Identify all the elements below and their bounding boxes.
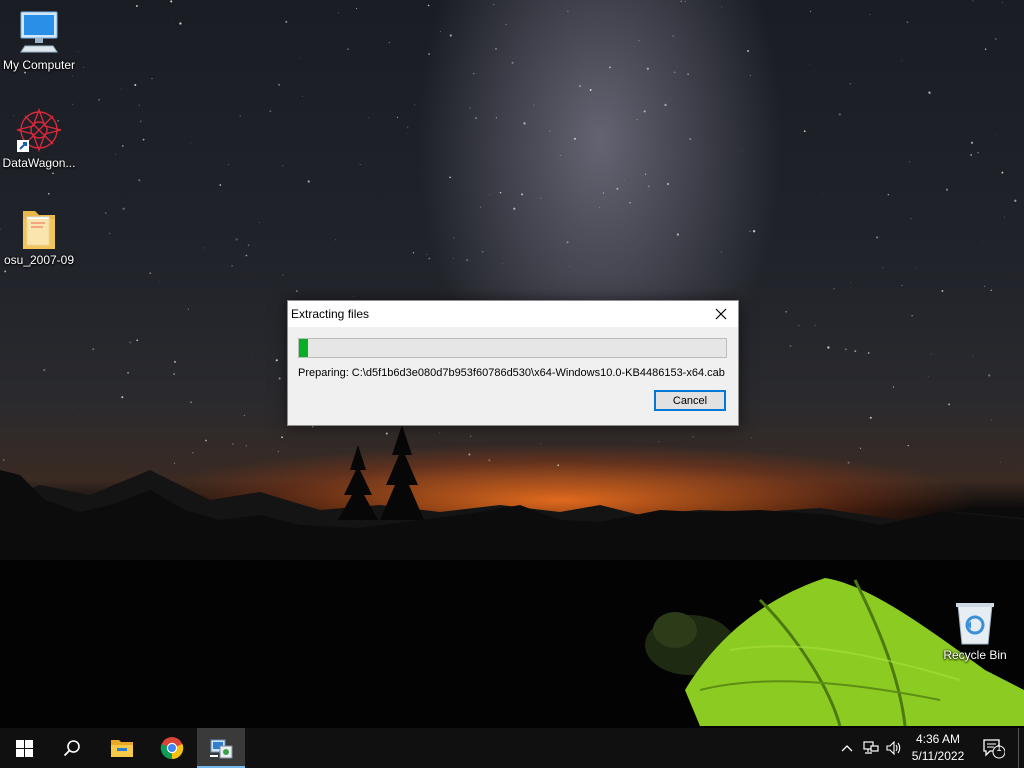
chrome-button[interactable] (148, 728, 196, 768)
computer-icon (20, 11, 58, 53)
start-button[interactable] (0, 728, 48, 768)
desktop-icon-datawagon[interactable]: DataWagon... (0, 106, 81, 170)
cancel-button[interactable]: Cancel (654, 390, 726, 411)
show-hidden-icons-button[interactable] (838, 728, 856, 768)
network-icon (863, 741, 879, 754)
search-icon (63, 740, 80, 757)
close-icon (715, 308, 727, 320)
extractor-app-button[interactable] (197, 728, 245, 768)
desktop-icon-osu-folder[interactable]: osu_2007-09 (0, 205, 81, 267)
dialog-title: Extracting files (291, 307, 370, 321)
clock[interactable]: 4:36 AM 5/11/2022 (905, 731, 971, 765)
datawagon-shortcut-icon (16, 108, 62, 152)
file-explorer-icon (111, 740, 133, 757)
notification-count: 1 (996, 743, 1002, 753)
extraction-status-text: Preparing: C:\d5f1b6d3e080d7b953f60786d5… (298, 367, 725, 379)
clock-date: 5/11/2022 (911, 749, 965, 763)
chevron-up-icon (841, 745, 853, 752)
search-button[interactable] (48, 728, 96, 768)
dialog-titlebar[interactable]: Extracting files (288, 301, 738, 327)
chrome-icon (160, 737, 184, 760)
file-explorer-button[interactable] (98, 728, 146, 768)
progress-fill (299, 339, 308, 357)
extracting-files-dialog: Extracting files Preparing: C:\d5f1b6d3e… (287, 300, 739, 426)
extraction-progress-bar (298, 338, 727, 358)
desktop-icon-label: osu_2007-09 (3, 253, 75, 267)
clock-time: 4:36 AM (915, 732, 961, 746)
desktop-icon-recycle-bin[interactable]: Recycle Bin (933, 600, 1017, 662)
action-center-button[interactable]: 1 (980, 728, 1006, 768)
desktop-icon-label: My Computer (2, 58, 76, 72)
windows-start-icon (15, 739, 33, 757)
desktop-icon-my-computer[interactable]: My Computer (0, 10, 81, 72)
network-button[interactable] (861, 728, 881, 768)
folder-icon (23, 211, 55, 249)
desktop-icon-label: DataWagon... (2, 156, 76, 170)
volume-icon (886, 741, 901, 755)
show-desktop-button[interactable] (1018, 728, 1019, 768)
desktop-icon-label: Recycle Bin (943, 648, 1007, 662)
recycle-bin-icon (956, 603, 994, 645)
close-button[interactable] (704, 301, 738, 327)
installer-app-icon (210, 739, 233, 759)
taskbar: 4:36 AM 5/11/2022 1 (0, 728, 1024, 768)
volume-button[interactable] (884, 728, 904, 768)
